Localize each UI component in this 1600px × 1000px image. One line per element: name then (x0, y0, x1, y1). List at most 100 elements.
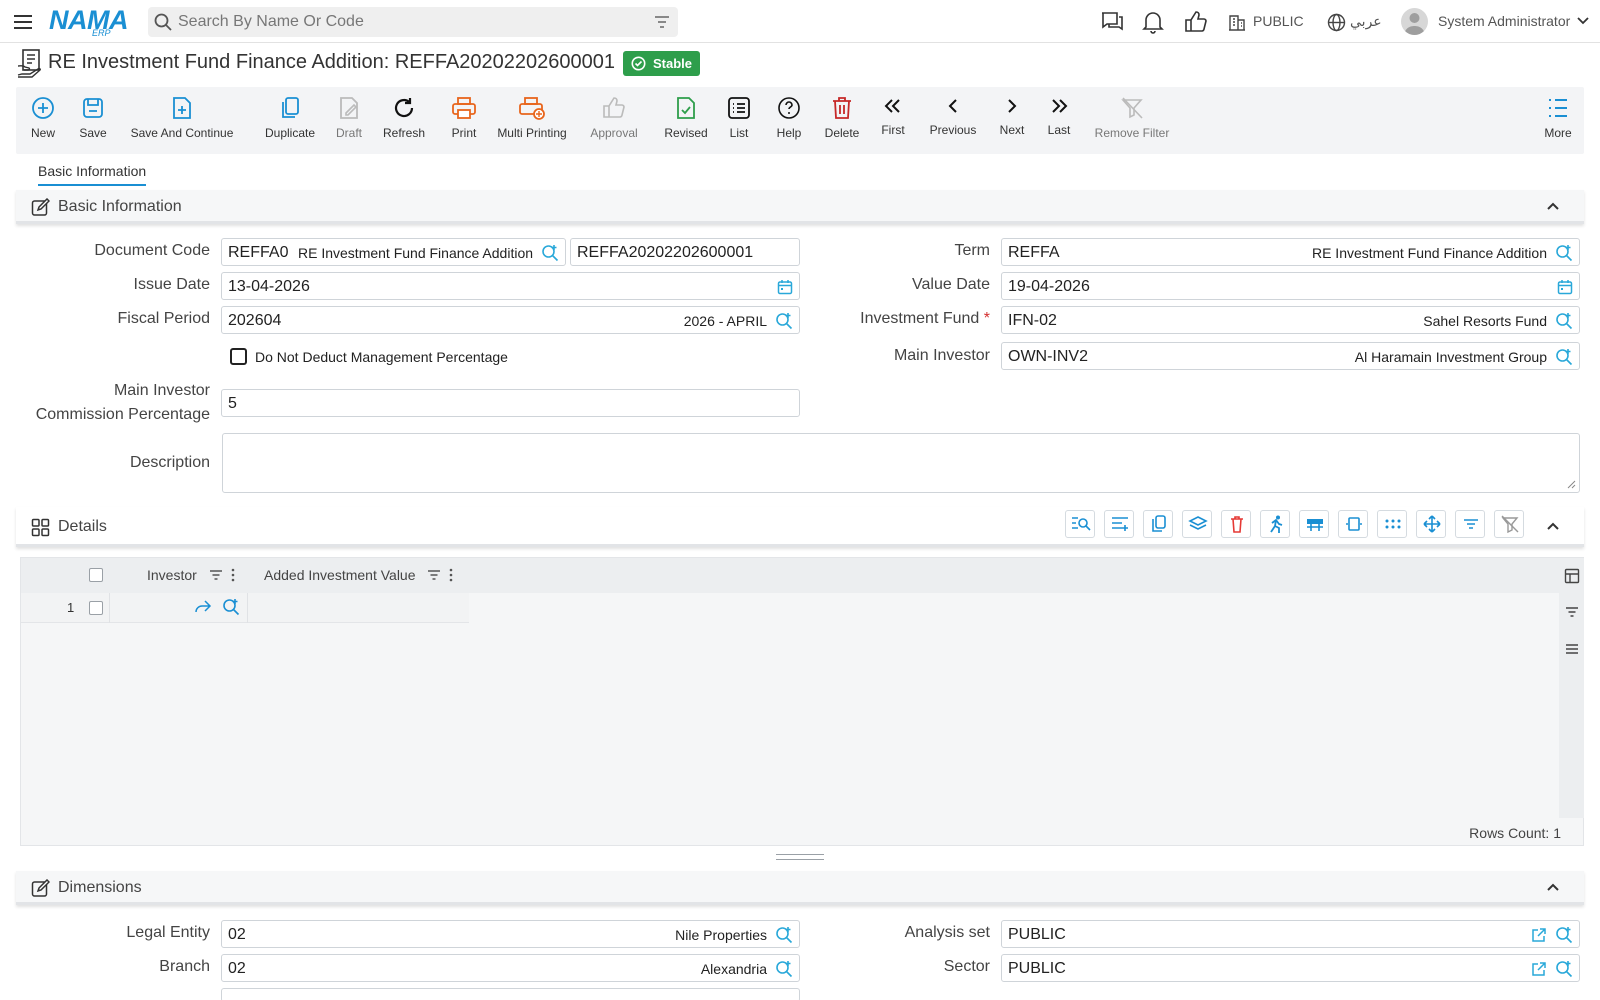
logo[interactable]: NAMA ERP (49, 5, 133, 38)
hamburger-menu-icon[interactable] (12, 11, 34, 33)
fit-columns-button[interactable] (1338, 510, 1368, 538)
user-name[interactable]: System Administrator (1438, 13, 1570, 29)
chevron-up-icon[interactable] (1546, 201, 1560, 211)
previous-button[interactable]: Previous (926, 87, 980, 154)
file-plus-icon (171, 96, 193, 120)
chevron-up-icon[interactable] (1546, 521, 1560, 531)
main-investor-field[interactable]: OWN-INV2 Al Haramain Investment Group (1001, 342, 1580, 370)
commission-field[interactable]: 5 (221, 389, 800, 417)
branch-selector[interactable]: PUBLIC (1253, 13, 1304, 29)
chat-icon[interactable] (1100, 10, 1124, 34)
share-arrow-icon[interactable] (194, 599, 212, 615)
save-button[interactable]: Save (74, 87, 112, 154)
print-button[interactable]: Print (444, 87, 484, 154)
filter-icon[interactable] (1564, 605, 1580, 619)
refresh-button[interactable]: Refresh (379, 87, 429, 154)
branch-field[interactable]: 02 Alexandria (221, 954, 800, 982)
resize-handle-icon[interactable] (1567, 480, 1576, 489)
bell-icon[interactable] (1142, 10, 1164, 34)
column-header-investor[interactable]: Investor (147, 567, 197, 583)
revised-button[interactable]: Revised (659, 87, 713, 154)
select-all-checkbox[interactable] (89, 568, 103, 582)
move-button[interactable] (1416, 510, 1446, 538)
investment-fund-field[interactable]: IFN-02 Sahel Resorts Fund (1001, 306, 1580, 334)
term-field[interactable]: REFFA RE Investment Fund Finance Additio… (1001, 238, 1580, 266)
filter-icon[interactable] (654, 14, 670, 30)
column-filter-icon[interactable] (209, 569, 223, 581)
thumbs-up-icon[interactable] (1184, 10, 1208, 34)
legal-entity-field[interactable]: 02 Nile Properties (221, 920, 800, 948)
value-date-field[interactable]: 19-04-2026 (1001, 272, 1580, 300)
list-search-icon (1072, 517, 1091, 531)
search-plus-icon[interactable] (1555, 960, 1573, 978)
chevron-up-icon[interactable] (1546, 882, 1560, 892)
search-plus-icon[interactable] (775, 312, 793, 330)
layers-button[interactable] (1182, 510, 1212, 538)
last-button[interactable]: Last (1044, 87, 1074, 154)
draft-button[interactable]: Draft (329, 87, 369, 154)
grid-search-button[interactable] (1065, 510, 1095, 538)
more-dots-button[interactable] (1377, 510, 1407, 538)
approval-button[interactable]: Approval (584, 87, 644, 154)
search-plus-icon[interactable] (541, 244, 559, 262)
chevron-down-icon[interactable] (1577, 16, 1589, 26)
add-line-button[interactable] (1104, 510, 1134, 538)
search-input[interactable] (178, 7, 638, 37)
more-button[interactable]: More (1540, 87, 1576, 154)
grid-remove-filter-button[interactable] (1494, 510, 1524, 538)
search-plus-icon[interactable] (1555, 312, 1573, 330)
search-plus-icon[interactable] (1555, 244, 1573, 262)
legal-entity-value: 02 (228, 926, 246, 943)
columns-panel-icon[interactable] (1564, 568, 1580, 584)
tab-basic-information[interactable]: Basic Information (38, 163, 146, 179)
analysis-set-field[interactable]: PUBLIC (1001, 920, 1580, 948)
menu-lines-icon[interactable] (1564, 642, 1580, 656)
column-filter-icon[interactable] (427, 569, 441, 581)
run-button[interactable] (1260, 510, 1290, 538)
search-plus-icon[interactable] (775, 960, 793, 978)
external-link-icon[interactable] (1531, 961, 1547, 977)
next-dimension-field[interactable] (221, 988, 800, 1000)
no-deduct-checkbox[interactable] (230, 348, 247, 365)
next-button[interactable]: Next (997, 87, 1027, 154)
language-toggle[interactable]: عربي (1350, 13, 1382, 30)
save-and-continue-button[interactable]: Save And Continue (129, 87, 235, 154)
delete-line-button[interactable] (1221, 510, 1251, 538)
document-number-field[interactable]: REFFA20202202600001 (570, 238, 800, 266)
issue-date-field[interactable]: 13-04-2026 (221, 272, 800, 300)
table-row[interactable]: 1 (21, 593, 469, 623)
grid-filter-button[interactable] (1455, 510, 1485, 538)
row-checkbox[interactable] (89, 601, 103, 615)
table-insert-button[interactable] (1299, 510, 1329, 538)
search-plus-icon[interactable] (1555, 348, 1573, 366)
description-textarea[interactable] (222, 433, 1580, 493)
required-mark: * (983, 310, 990, 327)
column-menu-icon[interactable] (449, 568, 453, 582)
external-link-icon[interactable] (1531, 927, 1547, 943)
resize-grip[interactable] (776, 854, 824, 860)
search-plus-icon[interactable] (1555, 926, 1573, 944)
multi-printing-button[interactable]: Multi Printing (495, 87, 569, 154)
avatar[interactable] (1401, 8, 1428, 35)
calendar-icon[interactable] (1557, 279, 1573, 295)
document-code-field[interactable]: REFFA0 RE Investment Fund Finance Additi… (221, 238, 566, 266)
chevron-left-icon (943, 96, 963, 116)
search-plus-icon[interactable] (222, 598, 240, 616)
dimensions-section-header[interactable]: Dimensions (16, 871, 1584, 905)
help-button[interactable]: Help (774, 87, 804, 154)
more-label: More (1544, 126, 1572, 140)
calendar-icon[interactable] (777, 279, 793, 295)
column-menu-icon[interactable] (231, 568, 235, 582)
delete-button[interactable]: Delete (822, 87, 862, 154)
fiscal-period-field[interactable]: 202604 2026 - APRIL (221, 306, 800, 334)
sector-field[interactable]: PUBLIC (1001, 954, 1580, 982)
copy-line-button[interactable] (1143, 510, 1173, 538)
duplicate-button[interactable]: Duplicate (257, 87, 323, 154)
basic-information-section-header[interactable]: Basic Information (16, 190, 1584, 224)
column-header-added-investment-value[interactable]: Added Investment Value (264, 567, 416, 583)
search-plus-icon[interactable] (775, 926, 793, 944)
new-button[interactable]: New (26, 87, 60, 154)
first-button[interactable]: First (878, 87, 908, 154)
remove-filter-button[interactable]: Remove Filter (1092, 87, 1172, 154)
list-button[interactable]: List (724, 87, 754, 154)
